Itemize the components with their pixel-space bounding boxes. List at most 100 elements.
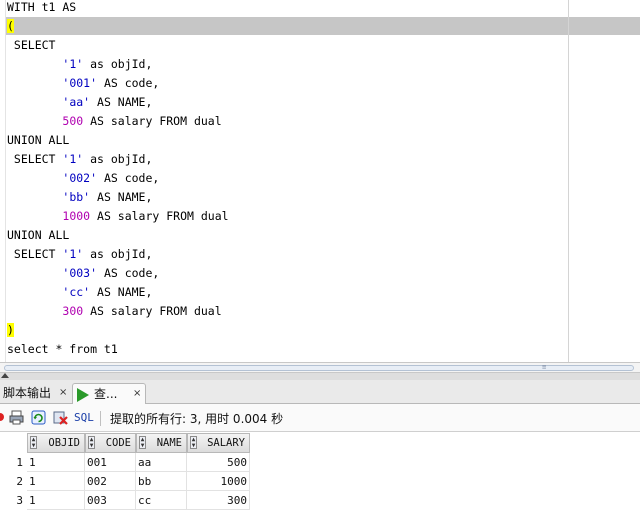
- result-toolbar: SQL 提取的所有行: 3, 用时 0.004 秒: [0, 404, 640, 432]
- table-cell[interactable]: 1: [27, 472, 85, 491]
- table-cell[interactable]: aa: [136, 453, 187, 472]
- scrollbar-thumb[interactable]: [4, 365, 634, 371]
- code-token: UNION ALL: [7, 228, 70, 242]
- column-header-label: NAME: [156, 437, 182, 449]
- code-line[interactable]: SELECT '1' as objId,: [7, 245, 153, 264]
- code-line[interactable]: '001' AS code,: [7, 74, 159, 93]
- sort-icon[interactable]: ▲ ▼: [88, 436, 95, 449]
- table-cell[interactable]: 500: [187, 453, 250, 472]
- run-play-icon: [77, 388, 89, 402]
- code-token: '1': [62, 247, 84, 261]
- pin-icon[interactable]: [0, 410, 9, 425]
- code-token: '1': [62, 152, 84, 166]
- row-number[interactable]: 3: [0, 491, 26, 510]
- code-token: 500: [62, 114, 84, 128]
- table-cell[interactable]: 1: [27, 491, 85, 510]
- row-number[interactable]: 1: [0, 453, 26, 472]
- code-line[interactable]: WITH t1 AS: [7, 0, 76, 17]
- code-line[interactable]: SELECT '1' as objId,: [7, 150, 153, 169]
- tab-script-output-label: 脚本输出: [3, 386, 52, 400]
- code-token: AS NAME,: [90, 285, 153, 299]
- column-header-code[interactable]: ▲ ▼ CODE: [85, 433, 136, 453]
- code-line[interactable]: 500 AS salary FROM dual: [7, 112, 221, 131]
- code-token: '001': [62, 76, 98, 90]
- code-line[interactable]: 1000 AS salary FROM dual: [7, 207, 229, 226]
- code-token: 'cc': [62, 285, 91, 299]
- code-token: as objId,: [83, 152, 153, 166]
- current-line-highlight: [6, 17, 640, 35]
- code-token: AS code,: [97, 171, 160, 185]
- table-cell[interactable]: 001: [85, 453, 136, 472]
- table-cell[interactable]: 300: [187, 491, 250, 510]
- code-line[interactable]: UNION ALL: [7, 131, 69, 150]
- refresh-icon[interactable]: [31, 410, 46, 425]
- code-line[interactable]: ): [7, 321, 14, 340]
- column-header-name[interactable]: ▲ ▼ NAME: [136, 433, 187, 453]
- column-header-label: CODE: [105, 437, 131, 449]
- column-header-objid[interactable]: ▲ ▼ OBJID: [27, 433, 85, 453]
- tab-script-output-close-icon[interactable]: ×: [59, 383, 67, 403]
- code-token: AS code,: [97, 76, 160, 90]
- sql-button[interactable]: SQL: [74, 411, 94, 424]
- print-icon[interactable]: [9, 410, 24, 425]
- code-line[interactable]: UNION ALL: [7, 226, 69, 245]
- editor-horizontal-scrollbar[interactable]: ≡: [0, 362, 640, 373]
- code-token: AS salary FROM dual: [90, 209, 229, 223]
- sql-editor[interactable]: WITH t1 AS ( SELECT '1' as objId, '001' A…: [0, 0, 640, 362]
- code-token: AS code,: [97, 266, 160, 280]
- code-line[interactable]: '002' AS code,: [7, 169, 159, 188]
- code-line[interactable]: 'bb' AS NAME,: [7, 188, 152, 207]
- fetch-status-text: 提取的所有行: 3, 用时 0.004 秒: [110, 412, 284, 426]
- tab-query-result-label: 查...: [94, 387, 118, 401]
- code-token: 1000: [62, 209, 91, 223]
- collapse-up-arrow-icon[interactable]: [1, 373, 9, 378]
- code-line[interactable]: 'cc' AS NAME,: [7, 283, 152, 302]
- code-token: SELECT: [7, 247, 63, 261]
- table-cell[interactable]: 003: [85, 491, 136, 510]
- sort-icon[interactable]: ▲ ▼: [190, 436, 197, 449]
- code-line[interactable]: select * from t1: [7, 340, 118, 359]
- result-grid: ▲ ▼ OBJID ▲ ▼ CODE ▲ ▼ NAME ▲ ▼ SALARY 1 1 0…: [0, 432, 640, 518]
- table-cell[interactable]: bb: [136, 472, 187, 491]
- row-number[interactable]: 2: [0, 472, 26, 491]
- code-token: WITH t1 AS: [7, 0, 77, 14]
- column-header-salary[interactable]: ▲ ▼ SALARY: [187, 433, 250, 453]
- code-line[interactable]: (: [7, 17, 14, 36]
- column-header-label: SALARY: [207, 437, 245, 449]
- table-cell[interactable]: 002: [85, 472, 136, 491]
- code-line[interactable]: SELECT: [7, 36, 56, 55]
- code-token: 'bb': [62, 190, 91, 204]
- column-header-label: OBJID: [48, 437, 80, 449]
- scrollbar-grip-icon: ≡: [542, 363, 547, 371]
- code-line[interactable]: 300 AS salary FROM dual: [7, 302, 222, 321]
- code-line[interactable]: 'aa' AS NAME,: [7, 93, 152, 112]
- code-token: 'aa': [62, 95, 91, 109]
- right-margin-line: [568, 0, 569, 362]
- clear-results-icon[interactable]: [53, 410, 68, 425]
- table-cell[interactable]: 1000: [187, 472, 250, 491]
- code-line[interactable]: '1' as objId,: [7, 55, 152, 74]
- sort-icon[interactable]: ▲ ▼: [30, 436, 37, 449]
- matching-paren: (: [7, 19, 14, 33]
- table-cell[interactable]: 1: [27, 453, 85, 472]
- code-line[interactable]: '003' AS code,: [7, 264, 159, 283]
- code-token: AS salary FROM dual: [83, 304, 222, 318]
- sort-icon[interactable]: ▲ ▼: [139, 436, 146, 449]
- output-tab-bar: 脚本输出 × 查... ×: [0, 380, 640, 404]
- code-token: '1': [62, 57, 84, 71]
- panel-splitter[interactable]: [0, 373, 640, 380]
- tab-query-result[interactable]: 查... ×: [72, 383, 146, 404]
- tab-query-result-close-icon[interactable]: ×: [133, 384, 141, 404]
- tab-script-output[interactable]: 脚本输出 ×: [0, 383, 72, 404]
- table-cell[interactable]: cc: [136, 491, 187, 510]
- code-token: SELECT: [7, 152, 63, 166]
